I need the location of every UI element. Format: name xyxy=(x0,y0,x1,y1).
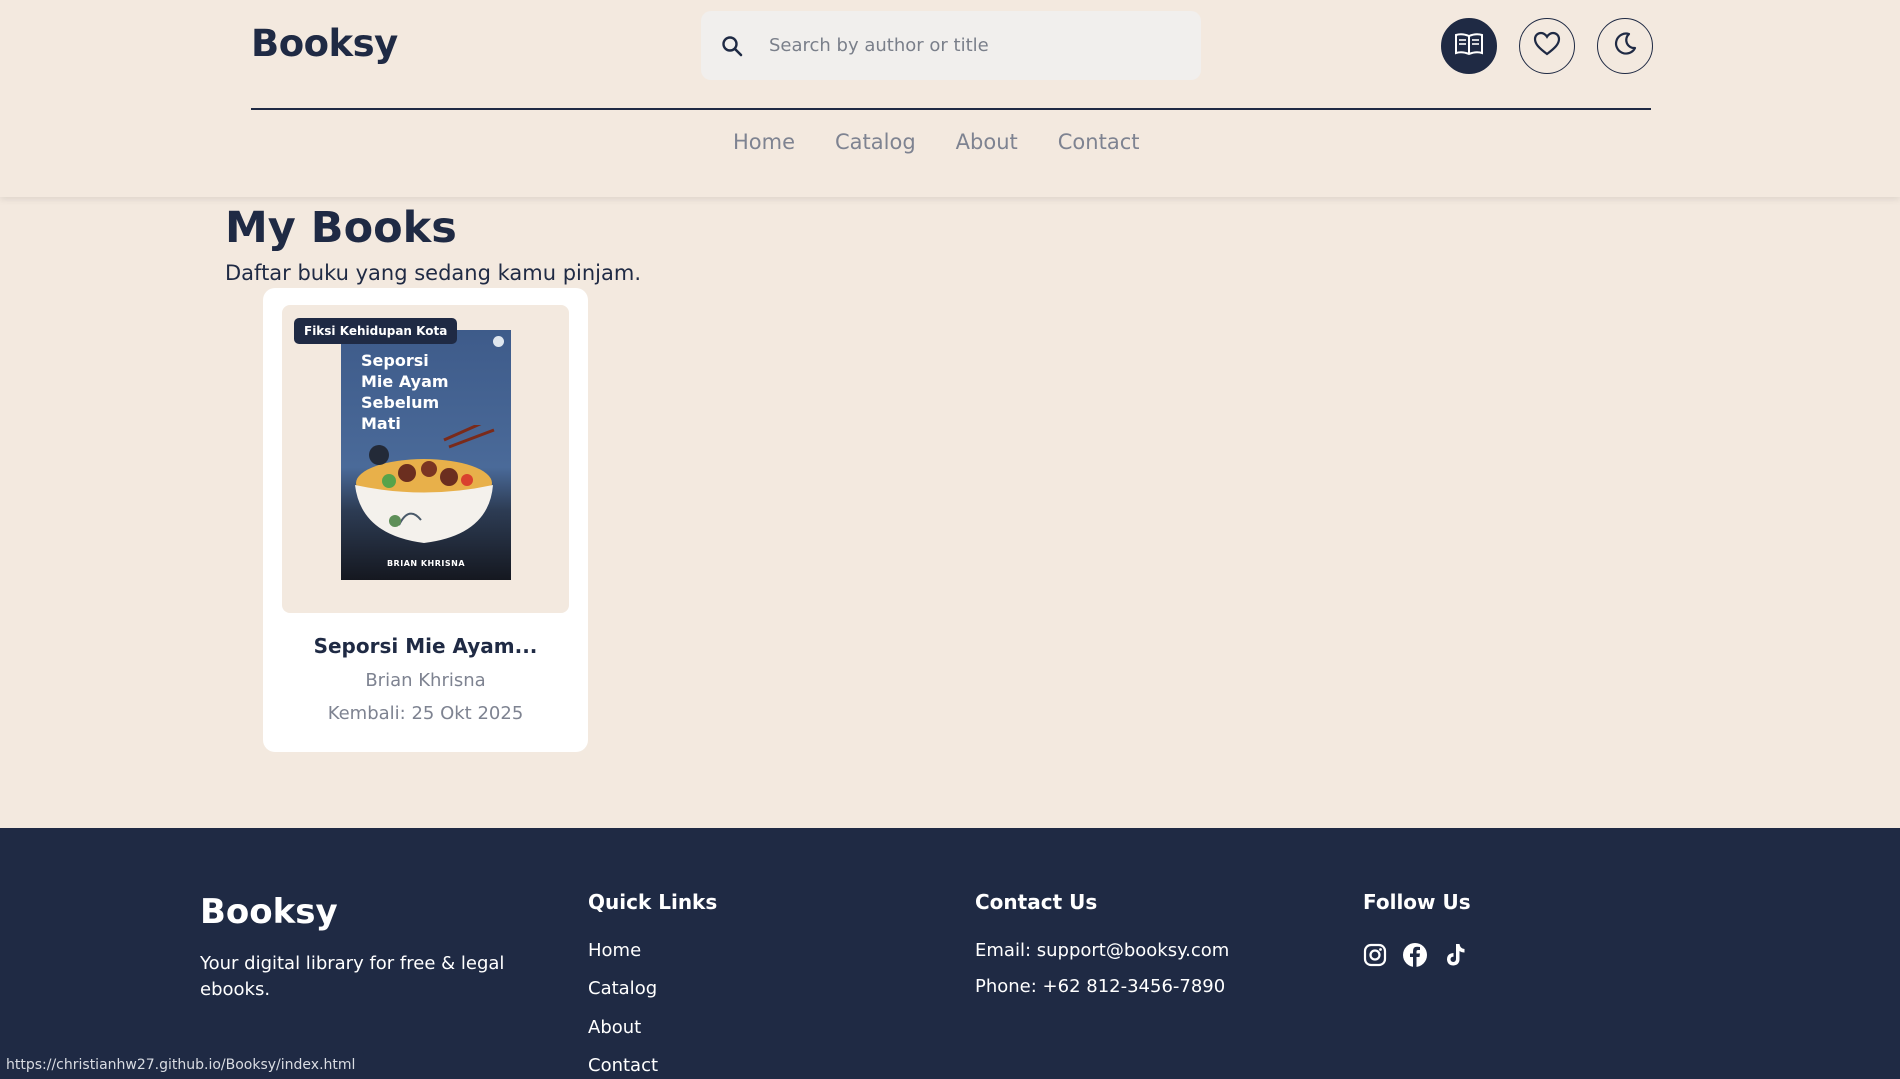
contact-phone: Phone: +62 812-3456-7890 xyxy=(975,976,1226,997)
instagram-icon[interactable] xyxy=(1362,942,1388,968)
dark-mode-toggle[interactable] xyxy=(1597,18,1653,74)
footer-link-contact[interactable]: Contact xyxy=(588,1055,658,1076)
header-divider xyxy=(251,108,1651,110)
noodle-bowl-illustration xyxy=(355,425,495,543)
contact-heading: Contact Us xyxy=(975,890,1098,914)
search-icon[interactable] xyxy=(717,31,747,61)
cover-title: Seporsi Mie Ayam Sebelum Mati xyxy=(361,351,449,433)
facebook-icon[interactable] xyxy=(1402,942,1428,968)
tiktok-icon[interactable] xyxy=(1442,942,1468,968)
my-books-button[interactable] xyxy=(1441,18,1497,74)
footer-link-home[interactable]: Home xyxy=(588,940,641,961)
search-bar[interactable] xyxy=(701,11,1201,80)
nav-about[interactable]: About xyxy=(956,130,1018,154)
follow-heading: Follow Us xyxy=(1363,890,1471,914)
page-subtitle: Daftar buku yang sedang kamu pinjam. xyxy=(225,261,642,285)
main-nav: Home Catalog About Contact xyxy=(733,130,1179,154)
footer-logo: Booksy xyxy=(200,892,338,932)
browser-status-url: https://christianhw27.github.io/Booksy/i… xyxy=(0,1052,365,1079)
book-title[interactable]: Seporsi Mie Ayam... xyxy=(263,634,588,658)
nav-contact[interactable]: Contact xyxy=(1058,130,1140,154)
nav-catalog[interactable]: Catalog xyxy=(835,130,916,154)
book-cover-box: Seporsi Mie Ayam Sebelum Mati BRIAN KHRI… xyxy=(282,305,569,613)
footer-link-catalog[interactable]: Catalog xyxy=(588,978,657,999)
favorites-button[interactable] xyxy=(1519,18,1575,74)
nav-home[interactable]: Home xyxy=(733,130,795,154)
book-author: Brian Khrisna xyxy=(365,670,486,691)
footer-tagline: Your digital library for free & legal eb… xyxy=(200,953,505,1000)
search-input[interactable] xyxy=(769,35,1169,56)
contact-email: Email: support@booksy.com xyxy=(975,940,1230,961)
footer-link-about[interactable]: About xyxy=(588,1017,641,1038)
book-due-date: Kembali: 25 Okt 2025 xyxy=(327,703,524,724)
cover-author: BRIAN KHRISNA xyxy=(386,559,466,568)
site-logo[interactable]: Booksy xyxy=(251,22,398,65)
book-cover-image[interactable]: Seporsi Mie Ayam Sebelum Mati BRIAN KHRI… xyxy=(341,330,511,580)
heart-icon xyxy=(1533,31,1561,61)
site-header: Booksy Home Catalog About Contact xyxy=(0,0,1900,197)
my-books-icon xyxy=(1454,32,1484,60)
book-card[interactable]: Seporsi Mie Ayam Sebelum Mati BRIAN KHRI… xyxy=(263,288,588,752)
site-footer: Booksy Your digital library for free & l… xyxy=(0,828,1900,1079)
moon-icon xyxy=(1612,31,1638,61)
page-title: My Books xyxy=(225,203,457,253)
social-links xyxy=(1362,942,1468,968)
quick-links-heading: Quick Links xyxy=(588,890,718,914)
genre-badge: Fiksi Kehidupan Kota xyxy=(294,318,458,344)
publisher-logo-icon xyxy=(493,336,504,347)
